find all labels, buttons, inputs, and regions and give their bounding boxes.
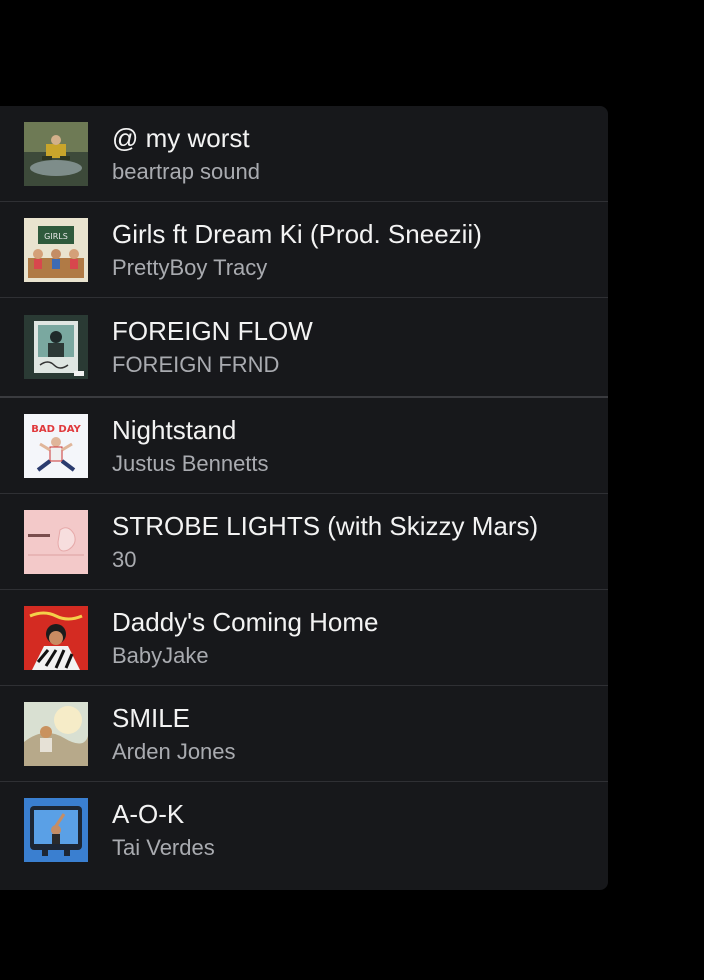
track-artist: 30 bbox=[112, 546, 137, 572]
track-artist: beartrap sound bbox=[112, 158, 260, 184]
track-row-3[interactable]: FOREIGN FLOW FOREIGN FRND bbox=[0, 298, 608, 398]
album-art-bad-day-icon: BAD DAY bbox=[24, 413, 88, 478]
art-label-bad-day: BAD DAY bbox=[31, 424, 81, 435]
track-title: FOREIGN FLOW bbox=[112, 316, 313, 346]
track-artist: BabyJake bbox=[112, 642, 209, 668]
track-artist: Justus Bennetts bbox=[112, 450, 269, 476]
track-list-panel: @ my worst beartrap sound GIRLS Girls ft… bbox=[0, 106, 608, 890]
track-artist: Arden Jones bbox=[112, 738, 236, 764]
album-art-pink-icon bbox=[24, 509, 88, 574]
track-row-7[interactable]: SMILE Arden Jones bbox=[0, 686, 608, 782]
track-title: Girls ft Dream Ki (Prod. Sneezii) bbox=[112, 218, 482, 249]
track-title: @ my worst bbox=[112, 122, 250, 153]
track-row-4[interactable]: BAD DAY Nightstand Justus Bennetts bbox=[0, 398, 608, 494]
album-art-tv-icon bbox=[24, 798, 88, 862]
track-artist: FOREIGN FRND bbox=[112, 352, 280, 377]
track-artist: PrettyBoy Tracy bbox=[112, 254, 268, 280]
track-row-6[interactable]: Daddy's Coming Home BabyJake bbox=[0, 590, 608, 686]
track-row-2[interactable]: GIRLS Girls ft Dream Ki (Prod. Sneezii) … bbox=[0, 202, 608, 298]
album-art-polaroid-icon bbox=[24, 315, 88, 379]
track-title: A-O-K bbox=[112, 799, 185, 829]
track-row-8[interactable]: A-O-K Tai Verdes bbox=[0, 782, 608, 878]
album-art-swamp-icon bbox=[24, 121, 88, 186]
album-art-red-zebra-icon bbox=[24, 605, 88, 670]
track-row-1[interactable]: @ my worst beartrap sound bbox=[0, 106, 608, 202]
album-art-classroom-icon: GIRLS bbox=[24, 217, 88, 282]
album-art-sunlight-icon bbox=[24, 701, 88, 766]
track-title: SMILE bbox=[112, 702, 191, 733]
art-label-girls: GIRLS bbox=[44, 232, 68, 241]
track-artist: Tai Verdes bbox=[112, 835, 215, 860]
track-row-5[interactable]: STROBE LIGHTS (with Skizzy Mars) 30 bbox=[0, 494, 608, 590]
track-title: STROBE LIGHTS (with Skizzy Mars) bbox=[112, 510, 539, 541]
track-title: Daddy's Coming Home bbox=[112, 606, 379, 637]
track-title: Nightstand bbox=[112, 414, 237, 445]
